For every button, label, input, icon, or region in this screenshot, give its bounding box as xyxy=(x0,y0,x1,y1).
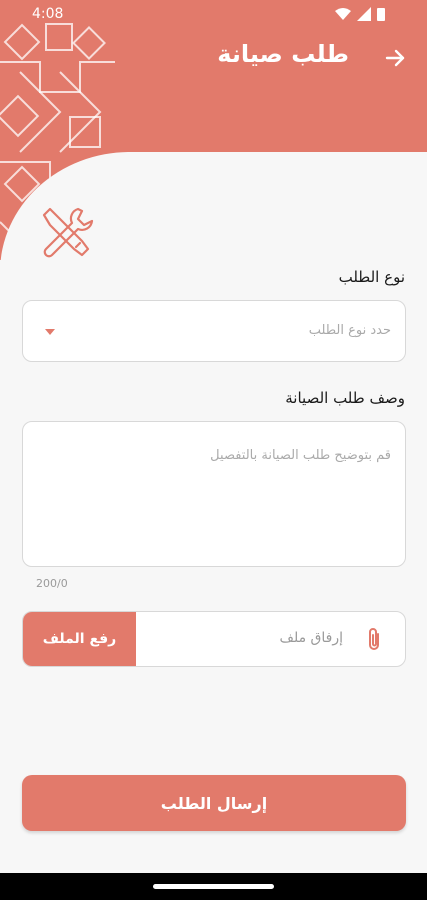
file-attachment-field[interactable]: رفع الملف إرفاق ملف xyxy=(22,611,406,667)
description-placeholder: قم بتوضيح طلب الصيانة بالتفصيل xyxy=(210,448,391,463)
status-bar: 4:08 xyxy=(0,0,427,30)
upload-file-button[interactable]: رفع الملف xyxy=(23,612,136,666)
character-counter: 200/0 xyxy=(36,577,68,590)
wifi-icon xyxy=(335,8,351,20)
request-type-placeholder: حدد نوع الطلب xyxy=(308,323,391,338)
system-nav-bar xyxy=(0,873,427,900)
description-textarea[interactable]: قم بتوضيح طلب الصيانة بالتفصيل xyxy=(22,421,406,567)
paperclip-icon xyxy=(369,628,379,650)
arrow-right-icon[interactable] xyxy=(383,46,407,70)
caret-down-icon xyxy=(45,329,55,335)
home-indicator[interactable] xyxy=(153,884,274,889)
attachment-label: إرفاق ملف xyxy=(279,630,343,646)
page-title: طلب صيانة xyxy=(217,40,349,68)
submit-request-button[interactable]: إرسال الطلب xyxy=(22,775,406,831)
description-label: وصف طلب الصيانة xyxy=(285,389,405,407)
status-icons xyxy=(335,7,385,21)
wrench-screwdriver-icon xyxy=(42,207,94,258)
request-type-label: نوع الطلب xyxy=(338,268,405,286)
battery-icon xyxy=(377,8,385,21)
status-time: 4:08 xyxy=(32,6,64,22)
signal-icon xyxy=(357,7,371,21)
request-type-select[interactable]: حدد نوع الطلب xyxy=(22,300,406,362)
